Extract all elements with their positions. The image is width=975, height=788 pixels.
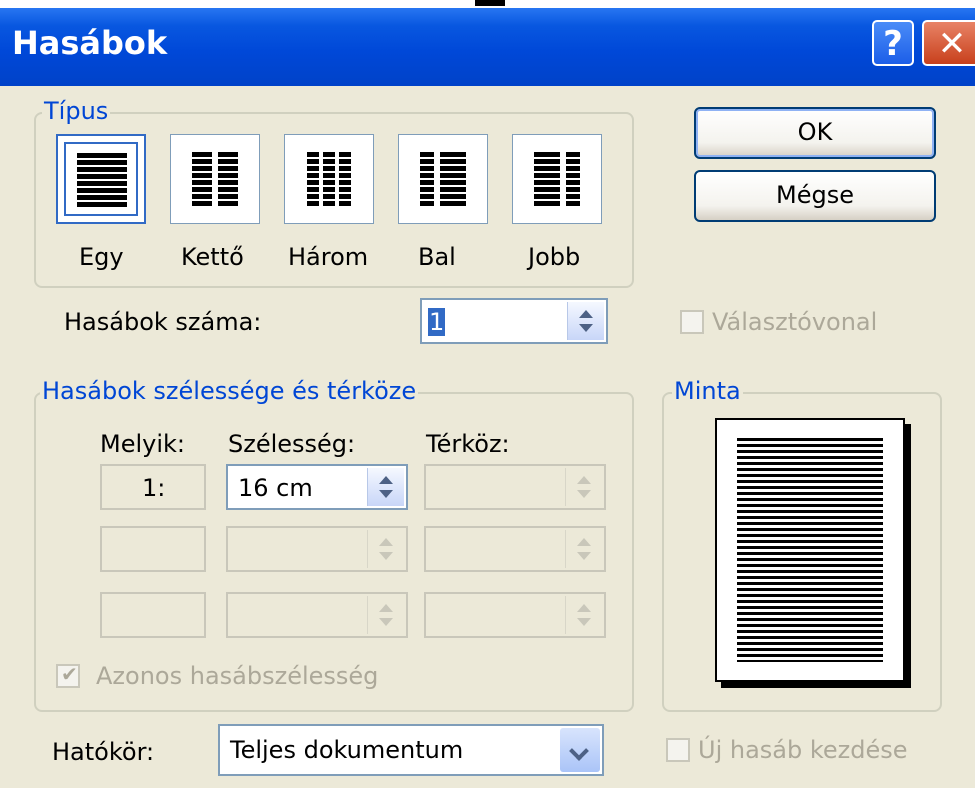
- columns-count-value[interactable]: 1: [428, 308, 446, 336]
- preset-three-button[interactable]: [284, 134, 374, 224]
- spacing-header: Térköz:: [426, 430, 510, 458]
- line-between-checkbox[interactable]: [680, 310, 704, 334]
- dialog-title: Hasábok: [12, 24, 168, 62]
- screen-edge-mark: [475, 0, 505, 6]
- ok-button[interactable]: OK: [694, 107, 936, 159]
- preview-text-lines: [737, 438, 883, 662]
- title-bar: Hasábok ? ✕: [0, 0, 975, 86]
- spin-up-icon: [379, 538, 393, 546]
- spin-down-icon: [577, 618, 591, 626]
- spin-up-icon: [577, 538, 591, 546]
- start-new-column-checkbox[interactable]: [666, 738, 690, 762]
- columns-count-label: Hasábok száma:: [64, 308, 262, 336]
- which-header: Melyik:: [100, 430, 185, 458]
- width-spinner[interactable]: 16 cm: [226, 464, 408, 510]
- spin-up-icon: [577, 476, 591, 484]
- preset-one-button[interactable]: [56, 134, 146, 224]
- width-spin-buttons: [367, 530, 404, 568]
- preview-group-label: Minta: [672, 377, 743, 405]
- preset-right-label: Jobb: [528, 243, 581, 271]
- preset-three-label: Három: [288, 243, 369, 271]
- which-cell: 1:: [100, 464, 206, 510]
- apply-to-label: Hatókör:: [52, 738, 155, 766]
- preview-page: [715, 418, 905, 682]
- which-cell: [100, 592, 206, 638]
- spin-down-icon: [379, 552, 393, 560]
- spin-down-icon: [577, 490, 591, 498]
- checkmark-icon: ✔: [61, 662, 78, 686]
- preset-left-label: Bal: [418, 243, 456, 271]
- width-spinner[interactable]: [226, 592, 408, 638]
- columns-dialog: Hasábok ? ✕ Típus Egy Kettő Három Bal Jo…: [0, 0, 975, 788]
- spin-down-icon: [577, 552, 591, 560]
- left-column-icon: [420, 152, 466, 206]
- right-column-icon: [534, 152, 580, 206]
- width-spacing-group-label: Hasábok szélessége és térköze: [40, 377, 419, 405]
- spin-down-icon[interactable]: [379, 490, 393, 498]
- width-spin-buttons[interactable]: [367, 468, 404, 506]
- spin-down-icon: [379, 618, 393, 626]
- columns-count-spin-buttons[interactable]: [567, 302, 604, 340]
- spacing-spinner[interactable]: [424, 526, 606, 572]
- spin-up-icon[interactable]: [379, 476, 393, 484]
- two-columns-icon: [192, 152, 238, 206]
- equal-width-checkbox[interactable]: ✔: [56, 662, 80, 688]
- which-cell: [100, 526, 206, 572]
- width-value[interactable]: 16 cm: [238, 474, 313, 502]
- cancel-button[interactable]: Mégse: [694, 170, 936, 222]
- spacing-spinner[interactable]: [424, 464, 606, 510]
- preset-right-button[interactable]: [512, 134, 602, 224]
- preset-two-label: Kettő: [181, 243, 244, 271]
- start-new-column-label: Új hasáb kezdése: [698, 736, 908, 764]
- type-group-label: Típus: [42, 97, 111, 125]
- preset-one-label: Egy: [79, 243, 124, 271]
- apply-to-value[interactable]: Teljes dokumentum: [230, 736, 463, 764]
- spacing-spin-buttons: [565, 596, 602, 634]
- width-spin-buttons: [367, 596, 404, 634]
- three-columns-icon: [307, 152, 351, 206]
- which-value: 1:: [142, 474, 166, 502]
- spin-up-icon: [577, 604, 591, 612]
- close-button[interactable]: ✕: [922, 20, 975, 66]
- spacing-spinner[interactable]: [424, 592, 606, 638]
- line-between-label: Választóvonal: [712, 308, 878, 336]
- apply-to-dropdown[interactable]: Teljes dokumentum: [218, 724, 604, 776]
- width-header: Szélesség:: [228, 430, 356, 458]
- chevron-down-icon[interactable]: [560, 728, 600, 772]
- preset-left-button[interactable]: [398, 134, 488, 224]
- spin-up-icon: [379, 604, 393, 612]
- help-button[interactable]: ?: [872, 20, 914, 66]
- width-spinner[interactable]: [226, 526, 408, 572]
- columns-count-spinner[interactable]: 1: [420, 298, 608, 344]
- one-column-icon: [77, 153, 127, 207]
- preset-two-button[interactable]: [170, 134, 260, 224]
- spin-up-icon[interactable]: [579, 310, 593, 318]
- spacing-spin-buttons: [565, 530, 602, 568]
- equal-width-label: Azonos hasábszélesség: [96, 662, 379, 690]
- spacing-spin-buttons: [565, 468, 602, 506]
- spin-down-icon[interactable]: [579, 324, 593, 332]
